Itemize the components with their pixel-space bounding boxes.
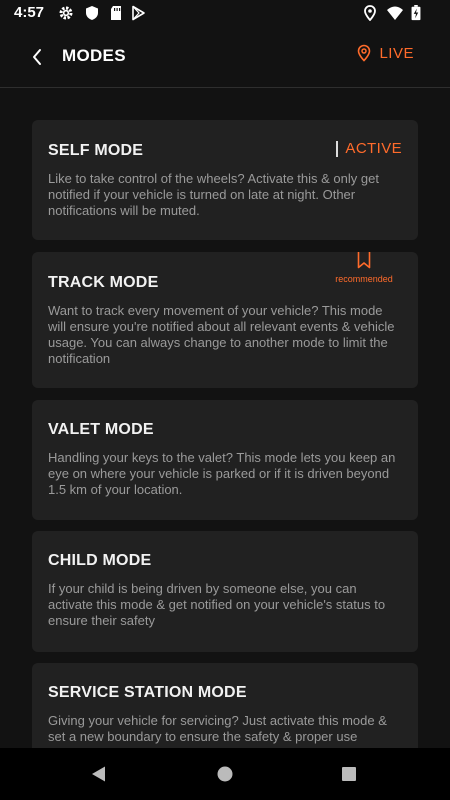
- mode-card-service-station[interactable]: SERVICE STATION MODE Giving your vehicle…: [32, 663, 418, 748]
- home-circle-icon: [217, 766, 233, 782]
- play-store-icon: [132, 5, 145, 21]
- mode-description: Giving your vehicle for servicing? Just …: [48, 713, 387, 744]
- status-time: 4:57: [14, 4, 45, 21]
- sd-card-icon: [111, 6, 121, 20]
- nav-back-button[interactable]: [87, 762, 111, 786]
- app-bar: MODES LIVE: [0, 26, 450, 88]
- back-triangle-icon: [92, 766, 105, 782]
- mode-description: Handling your keys to the valet? This mo…: [48, 450, 396, 497]
- mode-description: Like to take control of the wheels? Acti…: [48, 171, 379, 218]
- mode-title: CHILD MODE: [48, 552, 152, 569]
- bookmark-icon: [357, 252, 371, 269]
- status-bar: 4:57: [0, 0, 450, 26]
- mode-card-self[interactable]: SELF MODE ACTIVE Like to take control of…: [32, 120, 418, 240]
- mode-title: SERVICE STATION MODE: [48, 684, 247, 701]
- recommended-badge: recommended: [335, 252, 393, 284]
- mode-card-track[interactable]: recommended TRACK MODE Want to track eve…: [32, 252, 418, 388]
- mode-card-child[interactable]: CHILD MODE If your child is being driven…: [32, 531, 418, 652]
- mode-title: TRACK MODE: [48, 274, 159, 291]
- wifi-icon: [387, 6, 403, 20]
- mode-title: VALET MODE: [48, 421, 154, 438]
- gear-icon: [59, 6, 73, 20]
- mode-title: SELF MODE: [48, 142, 144, 159]
- mode-description: Want to track every movement of your veh…: [48, 303, 395, 366]
- nav-home-button[interactable]: [213, 762, 237, 786]
- page-title: MODES: [62, 46, 126, 65]
- location-pin-icon: [358, 44, 371, 62]
- recommended-label: recommended: [335, 274, 393, 284]
- live-label: LIVE: [379, 44, 414, 62]
- location-icon: [364, 5, 376, 21]
- battery-icon: [411, 5, 421, 21]
- modes-list: SELF MODE ACTIVE Like to take control of…: [0, 88, 450, 748]
- status-divider: [336, 140, 339, 157]
- active-status: ACTIVE: [336, 140, 402, 157]
- nav-recents-button[interactable]: [337, 762, 361, 786]
- system-nav-bar: [0, 748, 450, 800]
- mode-card-valet[interactable]: VALET MODE Handling your keys to the val…: [32, 400, 418, 520]
- recents-square-icon: [342, 767, 356, 781]
- shield-icon: [86, 6, 98, 20]
- mode-description: If your child is being driven by someone…: [48, 581, 386, 628]
- back-button[interactable]: [22, 42, 52, 72]
- active-badge: ACTIVE: [345, 140, 402, 157]
- live-button[interactable]: LIVE: [357, 44, 414, 62]
- chevron-left-icon: [33, 49, 41, 65]
